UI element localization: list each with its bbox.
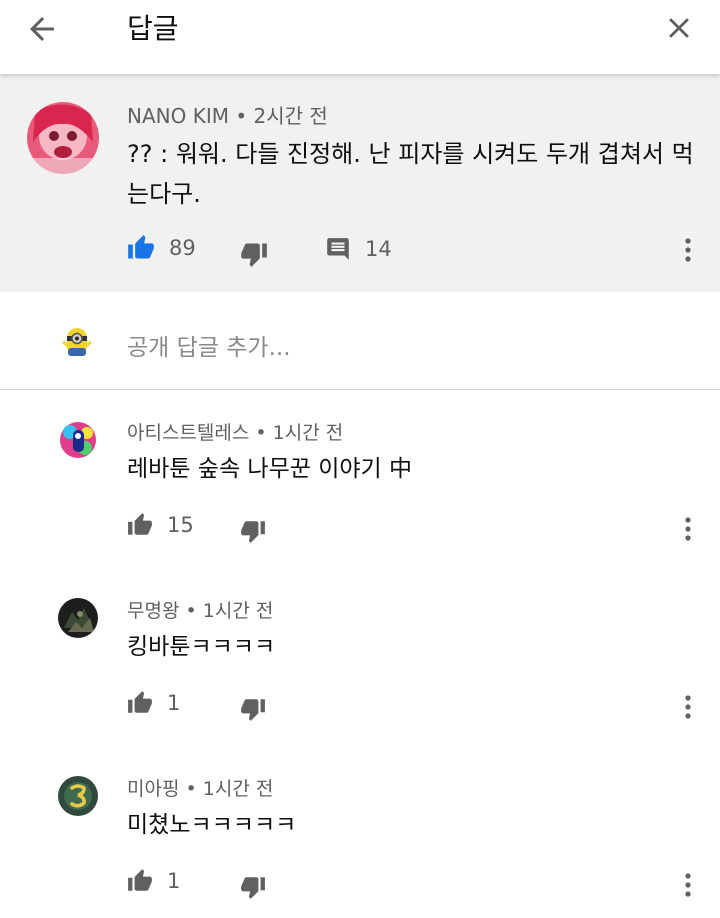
dislike-button[interactable] xyxy=(240,874,266,900)
like-button[interactable]: 15 xyxy=(127,512,194,538)
comment-text: 미쳤노ㅋㅋㅋㅋㅋ xyxy=(127,812,297,838)
author-name[interactable]: 미아핑 xyxy=(127,778,179,800)
avatar[interactable] xyxy=(58,420,98,460)
reply-count-button[interactable]: 14 xyxy=(325,236,392,262)
dislike-button[interactable] xyxy=(240,518,266,544)
avatar[interactable] xyxy=(27,102,99,174)
like-count: 15 xyxy=(167,513,194,537)
comment-meta: 미아핑 • 1시간 전 xyxy=(127,777,273,801)
reply-input[interactable]: 공개 답글 추가... xyxy=(127,328,291,362)
comment-time: 1시간 전 xyxy=(272,422,344,444)
meta-separator: • xyxy=(255,422,273,444)
thumbs-down-icon xyxy=(241,243,267,267)
author-name[interactable]: NANO KIM xyxy=(127,104,229,128)
thumbs-up-icon xyxy=(128,869,152,891)
like-count: 1 xyxy=(167,869,181,893)
meta-separator: • xyxy=(185,600,203,622)
comment-meta: 아티스트텔레스 • 1시간 전 xyxy=(127,421,343,445)
comment-time: 1시간 전 xyxy=(202,778,274,800)
thumbs-up-icon xyxy=(128,691,152,713)
comment-icon xyxy=(327,238,349,260)
comment-meta: NANO KIM • 2시간 전 xyxy=(127,104,328,128)
back-arrow-icon[interactable] xyxy=(24,11,60,47)
meta-separator: • xyxy=(185,778,203,800)
comment-meta: 무명왕 • 1시간 전 xyxy=(127,599,273,623)
like-count: 89 xyxy=(169,236,196,260)
more-options-icon[interactable] xyxy=(676,870,700,900)
like-count: 1 xyxy=(167,691,181,715)
comment-time: 1시간 전 xyxy=(202,600,274,622)
thumbs-down-icon xyxy=(241,521,265,543)
parent-comment: NANO KIM • 2시간 전 ?? : 워워. 다들 진정해. 난 피자를 … xyxy=(0,74,720,292)
meta-separator: • xyxy=(235,104,254,128)
dislike-button[interactable] xyxy=(240,696,266,722)
thumbs-down-icon xyxy=(241,877,265,899)
user-avatar xyxy=(58,322,96,360)
author-name[interactable]: 아티스트텔레스 xyxy=(127,422,249,444)
like-button[interactable]: 1 xyxy=(127,690,180,716)
reply-count: 14 xyxy=(365,237,392,261)
more-options-icon[interactable] xyxy=(676,692,700,722)
comment-text: 레바툰 숲속 나무꾼 이야기 中 xyxy=(127,456,413,482)
more-options-icon[interactable] xyxy=(676,235,700,265)
more-options-icon[interactable] xyxy=(676,514,700,544)
thumbs-down-icon xyxy=(241,699,265,721)
author-name[interactable]: 무명왕 xyxy=(127,600,179,622)
page-title: 답글 xyxy=(127,12,179,45)
like-button[interactable]: 89 xyxy=(127,234,196,262)
comment-time: 2시간 전 xyxy=(253,104,328,128)
dislike-button[interactable] xyxy=(240,240,268,268)
top-app-bar: 답글 xyxy=(0,0,720,74)
avatar[interactable] xyxy=(58,776,98,816)
close-icon[interactable] xyxy=(662,11,696,45)
comment-text: 킹바툰ㅋㅋㅋㅋ xyxy=(127,634,276,660)
like-button[interactable]: 1 xyxy=(127,868,180,894)
thumbs-up-icon xyxy=(128,513,152,535)
avatar[interactable] xyxy=(58,598,98,638)
comment-text: ?? : 워워. 다들 진정해. 난 피자를 시켜도 두개 겹쳐서 먹는다구. xyxy=(127,140,694,208)
thumbs-up-icon xyxy=(128,235,154,259)
add-reply-row: 공개 답글 추가... xyxy=(0,292,720,390)
